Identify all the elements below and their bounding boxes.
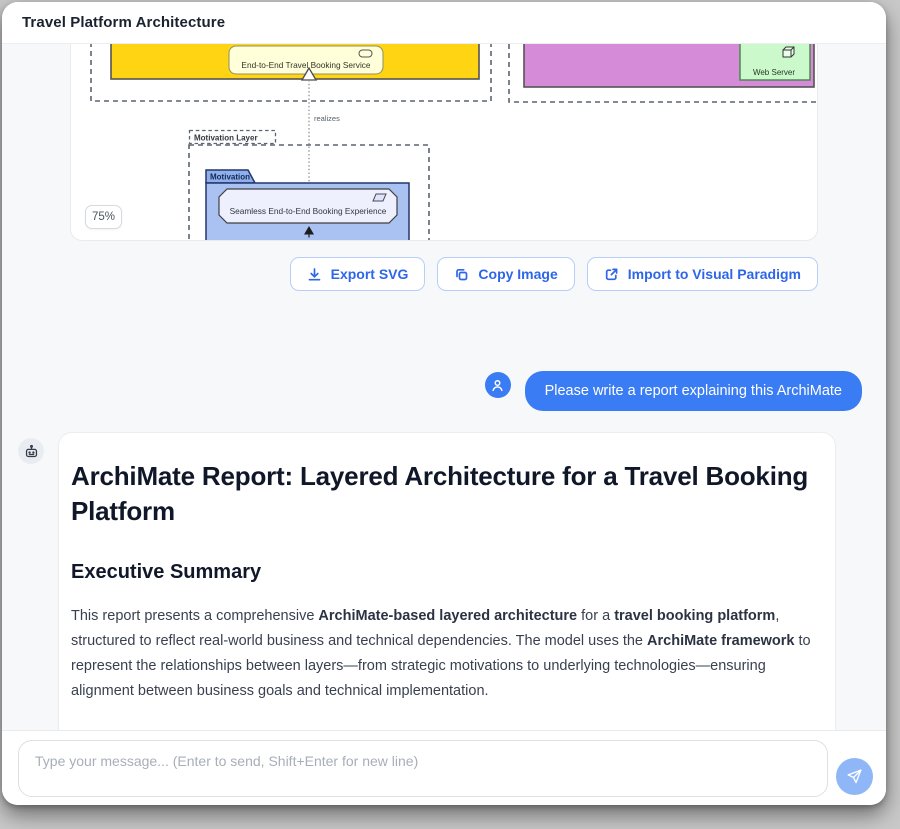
robot-icon: [23, 443, 40, 460]
paragraph-segment: This report presents a comprehensive: [71, 608, 318, 624]
report-title: ArchiMate Report: Layered Architecture f…: [71, 459, 823, 529]
assistant-avatar: [18, 438, 44, 464]
archimate-diagram-canvas[interactable]: End-to-End Travel Booking Service realiz…: [71, 44, 818, 241]
desktop-background: Travel Platform Architecture End-to-End …: [0, 0, 900, 829]
chat-scroll-area[interactable]: End-to-End Travel Booking Service realiz…: [2, 44, 886, 730]
motivation-tab-label: Motivation: [210, 173, 250, 182]
motivation-layer-label: Motivation Layer: [194, 134, 258, 143]
assistant-report-card: ArchiMate Report: Layered Architecture f…: [58, 432, 836, 730]
zoom-level-badge: 75%: [85, 205, 122, 229]
application-service-label: End-to-End Travel Booking Service: [241, 60, 371, 70]
diagram-actions-toolbar: Export SVG Copy Image Import to Visual P…: [290, 257, 818, 291]
paragraph-segment-bold: ArchiMate-based layered architecture: [318, 608, 577, 624]
relationship-label: realizes: [314, 114, 340, 123]
composer-bar: [2, 730, 886, 805]
app-window: Travel Platform Architecture End-to-End …: [2, 2, 886, 805]
copy-image-button[interactable]: Copy Image: [437, 257, 574, 291]
user-message-row: Please write a report explaining this Ar…: [485, 371, 862, 411]
page-title: Travel Platform Architecture: [22, 14, 225, 31]
report-section-heading: Executive Summary: [71, 561, 823, 584]
download-icon: [307, 267, 322, 282]
paragraph-segment-bold: ArchiMate framework: [647, 633, 794, 649]
web-server-label: Web Server: [753, 68, 795, 77]
user-avatar: [485, 372, 511, 398]
copy-icon: [454, 267, 469, 282]
export-svg-label: Export SVG: [331, 266, 409, 282]
goal-label: Seamless End-to-End Booking Experience: [230, 206, 387, 216]
send-icon: [846, 768, 863, 785]
paragraph-segment: for a: [577, 608, 614, 624]
import-visual-paradigm-label: Import to Visual Paradigm: [628, 266, 801, 282]
import-visual-paradigm-button[interactable]: Import to Visual Paradigm: [587, 257, 818, 291]
message-input[interactable]: [18, 740, 828, 797]
paragraph-segment-bold: travel booking platform: [614, 608, 775, 624]
assistant-message-row: ArchiMate Report: Layered Architecture f…: [18, 432, 836, 730]
copy-image-label: Copy Image: [478, 266, 557, 282]
report-paragraph: This report presents a comprehensive Arc…: [71, 604, 823, 704]
user-message-bubble: Please write a report explaining this Ar…: [525, 371, 862, 411]
window-header: Travel Platform Architecture: [2, 2, 886, 44]
export-svg-button[interactable]: Export SVG: [290, 257, 426, 291]
external-link-icon: [604, 267, 619, 282]
send-button[interactable]: [836, 758, 873, 795]
person-icon: [489, 377, 506, 394]
diagram-preview-card[interactable]: End-to-End Travel Booking Service realiz…: [70, 44, 818, 241]
